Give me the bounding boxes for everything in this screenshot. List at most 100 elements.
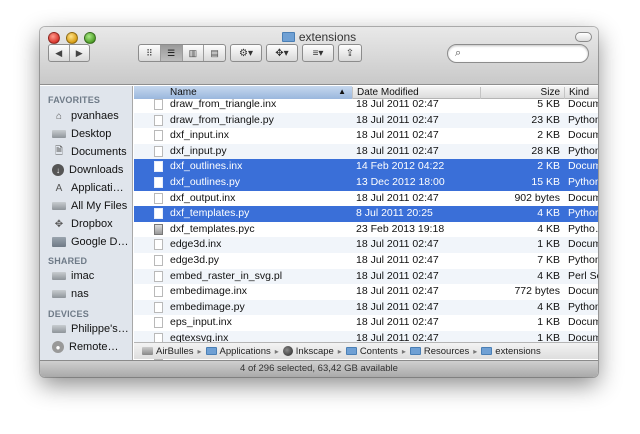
- downloads-icon: ↓: [52, 164, 64, 176]
- path-segment[interactable]: extensions: [481, 345, 541, 357]
- file-size: 4 KB: [537, 207, 560, 220]
- path-segment[interactable]: Applications: [205, 345, 271, 357]
- path-segment[interactable]: Inkscape: [282, 346, 334, 357]
- desktop-icon: [52, 130, 66, 138]
- icon-view-button[interactable]: ⠿: [139, 45, 161, 61]
- table-row[interactable]: dxf_outlines.py 13 Dec 2012 18:00 15 KB Pyt…: [134, 175, 598, 191]
- file-name: dxf_input.inx: [170, 129, 229, 142]
- file-size: 1 KB: [537, 316, 560, 329]
- file-date: 18 Jul 2011 02:47: [356, 254, 439, 266]
- file-size: 4 KB: [537, 300, 560, 313]
- search-field[interactable]: ⌕: [447, 44, 589, 63]
- table-row[interactable]: edge3d.inx 18 Jul 2011 02:47 1 KB Docume: [134, 237, 598, 253]
- toolbar-toggle-button[interactable]: [575, 32, 592, 42]
- folder-icon: [481, 347, 493, 355]
- sidebar-item-laptop[interactable]: Philippe's…: [52, 320, 132, 338]
- sidebar-item-label: Downloads: [69, 164, 124, 176]
- file-kind: Python S: [568, 176, 598, 188]
- file-name: dxf_templates.pyc: [170, 222, 255, 235]
- file-kind: Python S: [568, 254, 598, 266]
- table-row[interactable]: dxf_outlines.inx 14 Feb 2012 04:22 2 KB Doc…: [134, 159, 598, 175]
- sidebar-item-nas[interactable]: nas: [52, 285, 132, 303]
- sidebar-item-google-drive[interactable]: Google D…: [52, 233, 132, 251]
- column-view-button[interactable]: ▥: [183, 45, 205, 61]
- file-size: 23 KB: [531, 113, 560, 126]
- path-segment-label: Applications: [219, 345, 271, 357]
- folder-icon: [281, 32, 295, 42]
- file-icon: [154, 317, 163, 329]
- applications-icon: A: [55, 182, 63, 194]
- file-date: 14 Feb 2012 04:22: [356, 160, 445, 173]
- sidebar-item-applications[interactable]: A Applicati…: [52, 179, 132, 197]
- table-row[interactable]: dxf_input.inx 18 Jul 2011 02:47 2 KB Docume: [134, 128, 598, 144]
- sidebar-item-imac[interactable]: imac: [52, 267, 132, 285]
- coverflow-view-button[interactable]: ▤: [204, 45, 225, 61]
- table-row[interactable]: draw_from_triangle.py 18 Jul 2011 02:47 23…: [134, 112, 598, 129]
- sidebar-heading-devices: DEVICES: [48, 309, 89, 319]
- chevron-right-icon: ▸: [197, 346, 202, 356]
- file-icon: [154, 286, 163, 298]
- arrange-menu-button[interactable]: ≡▾: [302, 44, 334, 62]
- file-icon: [154, 114, 163, 126]
- back-button[interactable]: ◀: [49, 45, 70, 61]
- table-row[interactable]: embed_raster_in_svg.pl 18 Jul 2011 02:47 4…: [134, 268, 598, 285]
- sidebar-item-remote-disc[interactable]: ● Remote…: [52, 338, 132, 356]
- titlebar: extensions ◀ ▶ ⠿ ☰ ▥ ▤ ⚙▾ ✥▾ ≡▾ ⇪ ⌕: [40, 27, 598, 85]
- file-name: dxf_templates.py: [170, 207, 250, 220]
- table-row[interactable]: dxf_templates.py 8 Jul 2011 20:25 4 KB Pyth…: [134, 206, 598, 222]
- file-name: draw_from_triangle.inx: [170, 98, 277, 110]
- chevron-right-icon: ▸: [274, 346, 279, 356]
- file-date: 18 Jul 2011 02:47: [356, 113, 439, 126]
- table-row[interactable]: embedimage.inx 18 Jul 2011 02:47 772 bytes…: [134, 284, 598, 300]
- sidebar-item-downloads[interactable]: ↓ Downloads: [52, 161, 132, 179]
- file-name: eps_input.inx: [170, 316, 232, 329]
- file-name: edge3d.py: [170, 254, 220, 266]
- sort-ascending-icon: ▲: [338, 87, 346, 96]
- table-row[interactable]: dxf_input.py 18 Jul 2011 02:47 28 KB Python…: [134, 143, 598, 160]
- search-input[interactable]: [468, 47, 583, 58]
- path-segment-label: extensions: [495, 345, 541, 357]
- file-icon: [154, 130, 163, 142]
- file-size: 2 KB: [537, 129, 560, 142]
- file-icon: [154, 161, 163, 173]
- table-row[interactable]: embedimage.py 18 Jul 2011 02:47 4 KB Python…: [134, 299, 598, 316]
- table-row[interactable]: draw_from_triangle.inx 18 Jul 2011 02:47 5…: [134, 97, 598, 113]
- finder-window: extensions ◀ ▶ ⠿ ☰ ▥ ▤ ⚙▾ ✥▾ ≡▾ ⇪ ⌕ FAVO…: [40, 27, 598, 377]
- dropbox-menu-button[interactable]: ✥▾: [266, 44, 298, 62]
- file-icon: [154, 208, 163, 220]
- file-name: dxf_input.py: [170, 144, 227, 157]
- file-name: dxf_outlines.inx: [170, 160, 243, 173]
- file-name: embedimage.py: [170, 300, 245, 313]
- file-kind: Docume: [568, 129, 598, 142]
- file-size: 15 KB: [531, 176, 560, 188]
- sidebar-item-home[interactable]: ⌂ pvanhaes: [52, 107, 132, 125]
- path-segment-label: AirBulles: [156, 345, 194, 357]
- sidebar-item-all-my-files[interactable]: All My Files: [52, 197, 132, 215]
- path-segment[interactable]: AirBulles: [142, 346, 194, 357]
- disc-icon: ●: [52, 341, 64, 353]
- dropbox-icon: ✥: [54, 218, 64, 230]
- computer-icon: [52, 272, 66, 280]
- table-row[interactable]: edge3d.py 18 Jul 2011 02:47 7 KB Python S: [134, 253, 598, 269]
- table-row[interactable]: eps_input.inx 18 Jul 2011 02:47 1 KB Docume: [134, 315, 598, 331]
- all-files-icon: [52, 202, 66, 210]
- action-menu-button[interactable]: ⚙▾: [230, 44, 262, 62]
- forward-button[interactable]: ▶: [70, 45, 90, 61]
- share-button[interactable]: ⇪: [338, 44, 362, 62]
- sidebar-item-documents[interactable]: 🗎 Documents: [52, 143, 132, 161]
- documents-icon: 🗎: [54, 145, 64, 157]
- list-view-button[interactable]: ☰: [160, 45, 183, 61]
- table-row[interactable]: dxf_templates.pyc 23 Feb 2013 19:18 4 KB Py…: [134, 222, 598, 238]
- sidebar-item-label: Applicati…: [71, 182, 124, 194]
- file-date: 18 Jul 2011 02:47: [356, 269, 439, 282]
- sidebar-item-desktop[interactable]: Desktop: [52, 125, 132, 143]
- path-segment[interactable]: Contents: [345, 346, 398, 357]
- sidebar-item-dropbox[interactable]: ✥ Dropbox: [52, 215, 132, 233]
- file-size: 2 KB: [537, 160, 560, 173]
- view-mode-control: ⠿ ☰ ▥ ▤: [138, 44, 226, 62]
- table-row[interactable]: dxf_output.inx 18 Jul 2011 02:47 902 bytes…: [134, 191, 598, 207]
- file-date: 23 Feb 2013 19:18: [356, 222, 445, 235]
- file-size: 1 KB: [537, 238, 560, 251]
- arrange-icon: ≡▾: [312, 47, 324, 59]
- path-segment[interactable]: Resources: [409, 346, 469, 357]
